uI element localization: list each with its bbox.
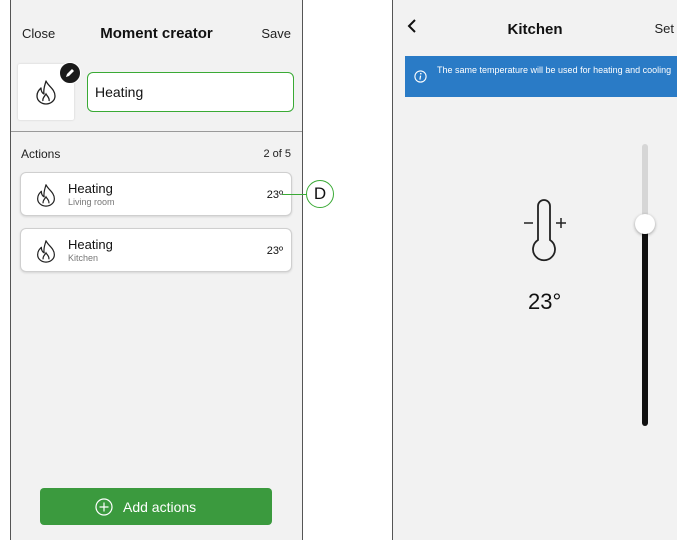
flame-icon [36,80,56,105]
set-button[interactable]: Set [654,21,674,36]
info-icon [414,70,427,83]
page-title: Moment creator [100,25,213,42]
callout-badge: D [306,180,334,208]
top-bar: Close Moment creator Save [11,0,302,62]
info-banner: The same temperature will be used for he… [405,56,677,97]
plus-circle-icon [95,498,113,516]
moment-creator-screen: Close Moment creator Save Heating Action… [10,0,303,540]
slider-fill[interactable] [642,222,648,426]
temperature-readout: 23° [528,289,562,314]
edit-icon-button[interactable] [59,62,81,84]
action-temperature: 23º [266,189,283,201]
add-actions-button[interactable]: Add actions [40,488,272,525]
action-title: Heating [68,181,113,196]
action-item-kitchen[interactable]: Heating Kitchen 23º [20,228,292,272]
action-room: Living room [68,197,115,207]
page-title: Kitchen [507,21,563,38]
action-item-living-room[interactable]: Heating Living room 23º [20,172,292,216]
action-temperature: 23º [266,245,283,257]
action-room: Kitchen [68,253,99,263]
moment-name-input[interactable]: Heating [87,72,294,112]
flame-icon [37,184,55,207]
kitchen-screen: Kitchen Set The same temperature will be… [392,0,677,540]
flame-icon [37,240,55,263]
action-title: Heating [68,237,113,252]
pencil-icon [66,69,74,77]
callout-connector [282,194,307,195]
actions-header: Actions [21,147,61,161]
info-text: The same temperature will be used for he… [437,65,672,75]
top-bar: Kitchen Set [393,0,677,56]
save-button[interactable]: Save [261,26,291,41]
divider [11,131,302,132]
actions-count: 2 of 5 [263,148,291,160]
thermometer-icon [524,199,566,262]
slider-handle[interactable] [635,214,655,234]
add-actions-label: Add actions [123,499,197,515]
